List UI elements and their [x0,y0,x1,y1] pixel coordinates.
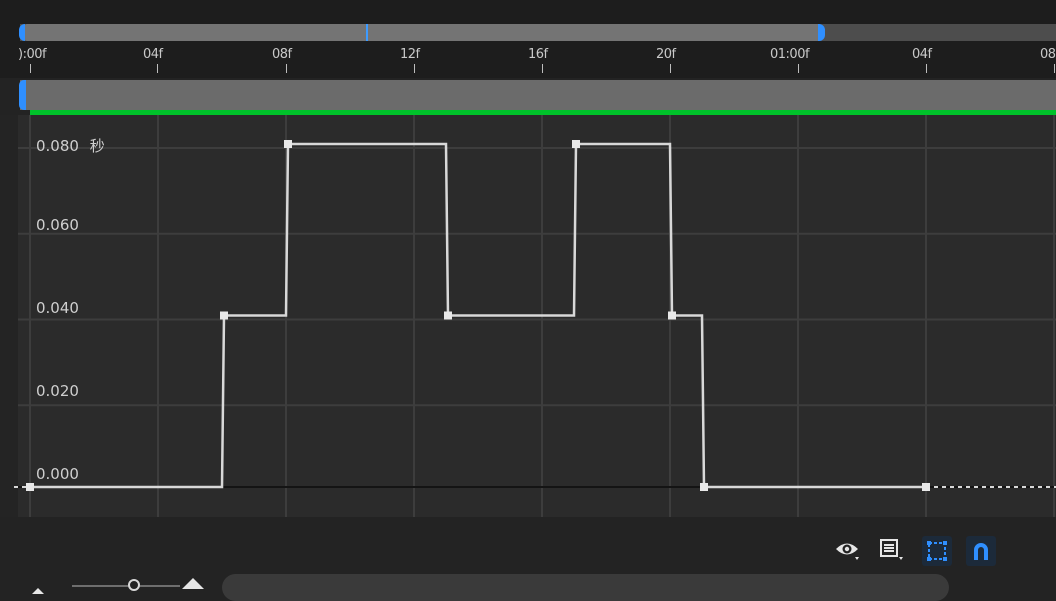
zoom-out-icon[interactable] [30,580,46,599]
keyframe-marker [284,140,292,148]
y-label-4: 0.000 [36,465,79,483]
ruler-tick-mark [670,64,671,73]
ruler-tick-label: ):00f [18,47,47,62]
unit-label: 秒 [89,137,105,155]
ruler-tick-label: 01:00f [770,47,810,62]
navigator-playhead[interactable] [366,24,368,41]
work-area-bar[interactable] [20,80,1056,110]
ruler-tick-label: 12f [400,47,420,62]
graph-editor[interactable]: 0.080 秒 0.060 0.040 0.020 0.000 [0,115,1056,517]
eye-icon[interactable] [832,535,862,565]
navigator-start-handle[interactable] [19,24,25,41]
list-icon[interactable] [876,535,906,565]
graph-left-gutter [0,115,18,517]
fit-selection-icon[interactable] [922,536,952,566]
y-label-top: 0.080 秒 [36,135,105,156]
ruler-tick-label: 04f [143,47,163,62]
keyframe-marker [922,483,930,491]
y-label-3: 0.020 [36,382,79,400]
ruler-tick-mark [926,64,927,73]
ruler-tick-label: 20f [656,47,676,62]
keyframe-marker [220,311,228,320]
keyframe-marker [700,483,708,491]
work-area-start-handle[interactable] [19,80,26,110]
keyframe-marker [444,311,452,320]
keyframe-marker [26,483,34,491]
value-graph[interactable] [0,115,1056,517]
y-label-2: 0.040 [36,299,79,317]
ruler-tick-mark [542,64,543,73]
y-label-0: 0.080 [36,137,79,155]
ruler-tick-mark [30,64,31,73]
ruler-tick-mark [286,64,287,73]
navigator-visible-range[interactable] [24,24,820,41]
ruler-tick-mark [414,64,415,73]
ruler-tick-mark [798,64,799,73]
keyframe-marker [572,140,580,148]
y-label-1: 0.060 [36,216,79,234]
snap-magnet-icon[interactable] [966,536,996,566]
ruler-tick-label: 04f [912,47,932,62]
value-curve [30,142,926,489]
horizontal-scrollbar[interactable] [222,574,949,601]
zoom-slider-track[interactable] [72,585,180,587]
ruler-tick-mark [1054,64,1055,73]
zoom-slider-handle[interactable] [128,579,140,591]
zoom-in-icon[interactable] [178,575,208,595]
keyframe-marker [668,311,676,320]
ruler-tick-label: 08 [1040,47,1056,62]
ruler-tick-mark [157,64,158,73]
ruler-tick-label: 08f [272,47,292,62]
ruler-tick-label: 16f [528,47,548,62]
